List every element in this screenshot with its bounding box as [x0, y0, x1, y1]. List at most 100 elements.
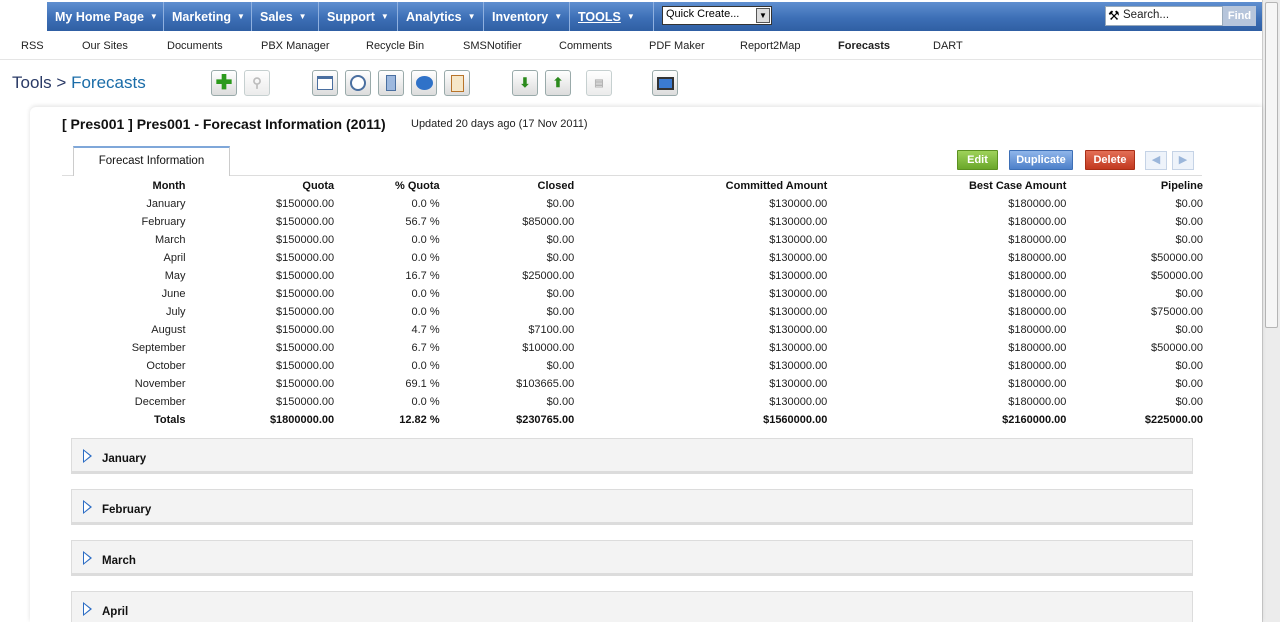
monitor-icon[interactable]: [652, 70, 678, 96]
subnav-documents[interactable]: Documents: [167, 40, 223, 52]
column-header: Pipeline: [1160, 180, 1203, 192]
table-cell: $130000.00: [769, 396, 828, 408]
menu-label: TOOLS: [578, 9, 621, 24]
table-cell: $0.00: [1175, 378, 1203, 390]
subnav-forecasts[interactable]: Forecasts: [838, 40, 890, 52]
next-record-icon[interactable]: ▶: [1172, 151, 1194, 170]
table-cell: $180000.00: [1008, 216, 1067, 228]
table-row: August $150000.00 4.7 % $7100.00 $130000.00 $…: [63, 321, 1203, 339]
menu-sales[interactable]: Sales ▼: [252, 2, 319, 31]
section-march[interactable]: March: [71, 540, 1193, 576]
sub-navigation: RSS Our Sites Documents PBX Manager Recy…: [0, 33, 1262, 60]
find-duplicates-icon[interactable]: ▤: [586, 70, 612, 96]
tools-icon: ⚒: [1108, 8, 1120, 23]
table-cell: $0.00: [1175, 360, 1203, 372]
table-cell: March: [154, 234, 186, 246]
quick-create-select[interactable]: Quick Create... ▼: [662, 6, 772, 25]
table-cell: $10000.00: [522, 342, 575, 354]
table-cell: $150000.00: [276, 288, 335, 300]
table-cell: $85000.00: [522, 216, 575, 228]
table-cell: $180000.00: [1008, 360, 1067, 372]
chevron-down-icon: ▼: [467, 12, 476, 21]
subnav-our-sites[interactable]: Our Sites: [82, 40, 128, 52]
menu-analytics[interactable]: Analytics ▼: [398, 2, 484, 31]
table-cell: $130000.00: [769, 270, 828, 282]
table-cell: $50000.00: [1151, 270, 1203, 282]
section-label: February: [102, 504, 152, 516]
menu-label: Sales: [260, 9, 293, 24]
table-cell: December: [134, 396, 186, 408]
search-icon[interactable]: ⚲: [244, 70, 270, 96]
calendar-icon[interactable]: [312, 70, 338, 96]
menu-tools[interactable]: TOOLS ▼: [570, 2, 654, 31]
table-cell: $103665.00: [516, 378, 575, 390]
totals-cell: $225000.00: [1144, 414, 1203, 426]
column-header: Closed: [537, 180, 575, 192]
section-february[interactable]: February: [71, 489, 1193, 525]
find-button[interactable]: Find: [1223, 6, 1256, 26]
quick-create-value: Quick Create...: [666, 8, 740, 20]
tab-forecast-information[interactable]: Forecast Information: [73, 146, 230, 176]
menu-my-home-page[interactable]: My Home Page ▼: [47, 2, 164, 31]
table-cell: $0.00: [546, 234, 575, 246]
table-cell: 4.7 %: [411, 324, 440, 336]
clipboard-icon[interactable]: [444, 70, 470, 96]
magnifier-glyph: ⚲: [252, 75, 262, 90]
chevron-down-icon: ▼: [237, 12, 245, 21]
table-cell: $150000.00: [276, 252, 335, 264]
menu-inventory[interactable]: Inventory ▼: [484, 2, 570, 31]
table-cell: $130000.00: [769, 198, 828, 210]
expand-triangle-icon: [83, 551, 92, 565]
table-cell: $130000.00: [769, 306, 828, 318]
table-row: November $150000.00 69.1 % $103665.00 $13000…: [63, 375, 1203, 393]
search-input[interactable]: ⚒ Search...: [1105, 6, 1223, 26]
table-cell: $0.00: [1175, 234, 1203, 246]
table-cell: $150000.00: [276, 360, 335, 372]
edit-button[interactable]: Edit: [957, 150, 998, 170]
table-cell: 6.7 %: [411, 342, 440, 354]
previous-record-icon[interactable]: ◀: [1145, 151, 1167, 170]
subnav-dart[interactable]: DART: [933, 40, 963, 52]
table-cell: 0.0 %: [411, 306, 440, 318]
table-cell: August: [151, 324, 186, 336]
menu-marketing[interactable]: Marketing ▼: [164, 2, 252, 31]
table-cell: $150000.00: [276, 198, 335, 210]
table-cell: $180000.00: [1008, 252, 1067, 264]
table-cell: $150000.00: [276, 216, 335, 228]
table-cell: $150000.00: [276, 324, 335, 336]
clock-icon[interactable]: [345, 70, 371, 96]
table-cell: $150000.00: [276, 306, 335, 318]
duplicate-button[interactable]: Duplicate: [1009, 150, 1073, 170]
delete-button[interactable]: Delete: [1085, 150, 1135, 170]
table-row: January $150000.00 0.0 % $0.00 $130000.00 $18…: [63, 195, 1203, 213]
subnav-recycle-bin[interactable]: Recycle Bin: [366, 40, 424, 52]
subnav-rss[interactable]: RSS: [21, 40, 44, 52]
breadcrumb: Tools > Forecasts: [12, 73, 146, 93]
monitor-shape: [656, 76, 674, 90]
subnav-pbx-manager[interactable]: PBX Manager: [261, 40, 329, 52]
page-scrollbar[interactable]: [1262, 0, 1280, 622]
calculator-icon[interactable]: [378, 70, 404, 96]
export-icon[interactable]: ⬆: [545, 70, 571, 96]
subnav-comments[interactable]: Comments: [559, 40, 612, 52]
chat-icon[interactable]: [411, 70, 437, 96]
breadcrumb-root[interactable]: Tools: [12, 73, 52, 92]
subnav-pdf-maker[interactable]: PDF Maker: [649, 40, 705, 52]
subnav-smsnotifier[interactable]: SMSNotifier: [463, 40, 522, 52]
section-april[interactable]: April: [71, 591, 1193, 622]
table-row: June $150000.00 0.0 % $0.00 $130000.00 $18000…: [63, 285, 1203, 303]
import-arrow-glyph: ⬇: [519, 75, 531, 90]
breadcrumb-current[interactable]: Forecasts: [71, 73, 146, 92]
totals-cell: Totals: [153, 414, 186, 426]
add-icon[interactable]: ✚: [211, 70, 237, 96]
import-icon[interactable]: ⬇: [512, 70, 538, 96]
table-cell: $180000.00: [1008, 288, 1067, 300]
scrollbar-thumb[interactable]: [1265, 2, 1278, 328]
section-label: April: [102, 606, 129, 618]
table-cell: $180000.00: [1008, 270, 1067, 282]
menu-support[interactable]: Support ▼: [319, 2, 398, 31]
section-january[interactable]: January: [71, 438, 1193, 474]
subnav-report2map[interactable]: Report2Map: [740, 40, 801, 52]
table-cell: $180000.00: [1008, 306, 1067, 318]
table-cell: $75000.00: [1151, 306, 1203, 318]
